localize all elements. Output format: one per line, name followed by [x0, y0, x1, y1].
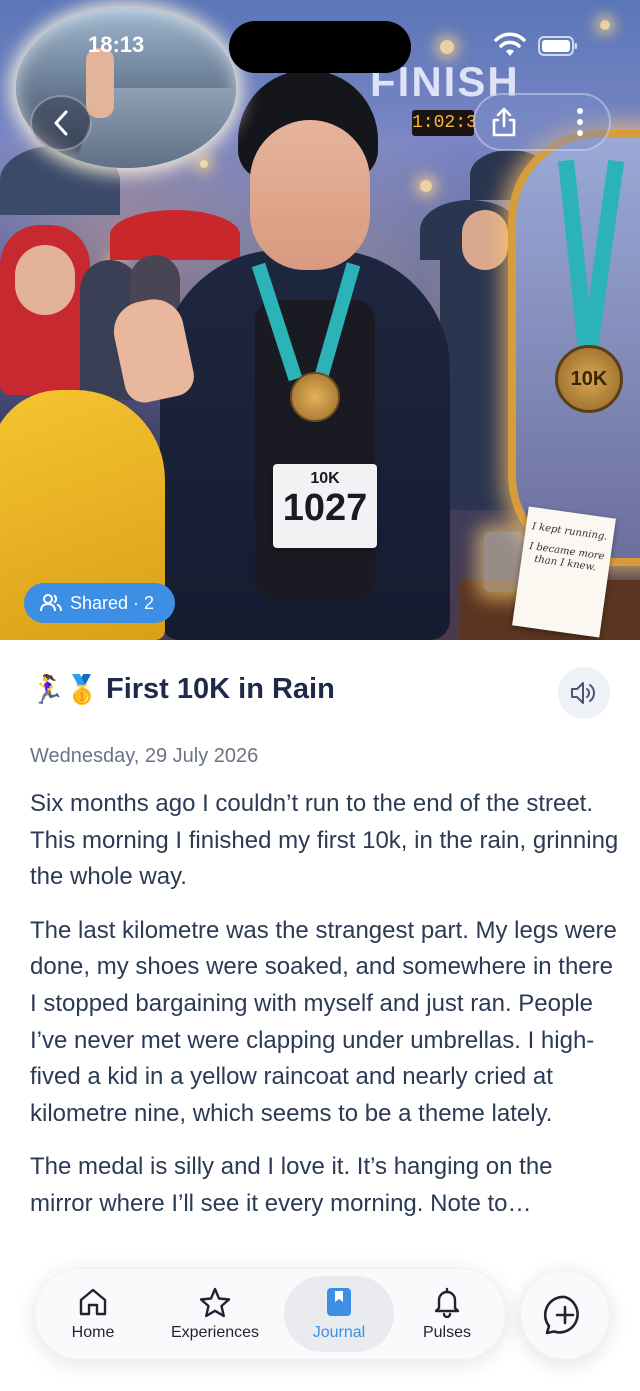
title-emoji: 🏃‍♀️🥇 — [30, 674, 100, 705]
entry-paragraph: Six months ago I couldn’t run to the end… — [30, 790, 619, 891]
tab-pulses[interactable]: Pulses — [392, 1276, 502, 1352]
tab-home[interactable]: Home — [38, 1276, 148, 1352]
entry-header: 🏃‍♀️🥇 First 10K in Rain — [30, 667, 615, 719]
tab-experiences[interactable]: Experiences — [160, 1276, 270, 1352]
tab-label: Home — [71, 1324, 115, 1341]
speaker-icon — [571, 682, 595, 704]
compose-button[interactable] — [520, 1270, 610, 1360]
medal — [290, 372, 340, 422]
back-button[interactable] — [30, 95, 92, 151]
more-options-button[interactable] — [554, 96, 606, 148]
share-button[interactable] — [478, 96, 530, 148]
entry-title: First 10K in Rain — [106, 673, 335, 705]
share-icon — [492, 107, 516, 137]
chevron-left-icon — [54, 110, 68, 136]
bookmark-icon — [327, 1288, 351, 1316]
wifi-icon — [494, 32, 526, 56]
bell-icon — [434, 1287, 460, 1318]
hanging-medal: 10K — [555, 345, 623, 413]
race-bib: 10K 1027 — [273, 464, 377, 548]
tab-label: Experiences — [170, 1324, 260, 1341]
tab-bar: Home Experiences Journal Pulses — [34, 1268, 506, 1360]
entry-paragraph: The medal is silly and I love it. It’s h… — [30, 1153, 553, 1217]
shared-chip[interactable]: Shared · 2 — [24, 583, 175, 623]
tab-label: Journal — [312, 1324, 366, 1341]
star-icon — [199, 1287, 231, 1318]
entry-date: Wednesday, 29 July 2026 — [30, 745, 259, 767]
finish-clock: 1:02:3 — [412, 110, 477, 136]
people-icon — [40, 594, 62, 612]
battery-icon — [538, 36, 577, 56]
shared-label: Shared · 2 — [70, 592, 155, 613]
plus-bubble-icon — [543, 1295, 579, 1335]
home-icon — [79, 1288, 107, 1316]
note-card: I kept running. I became more than I kne… — [512, 506, 616, 638]
entry-body: Six months ago I couldn’t run to the end… — [30, 786, 620, 1240]
ellipsis-vertical-icon — [577, 108, 583, 136]
status-time: 18:13 — [88, 32, 145, 57]
tab-journal[interactable]: Journal — [284, 1276, 394, 1352]
read-aloud-button[interactable] — [558, 667, 610, 719]
entry-paragraph: The last kilometre was the strangest par… — [30, 916, 617, 1127]
tab-label: Pulses — [422, 1324, 472, 1341]
dynamic-island — [229, 21, 411, 73]
